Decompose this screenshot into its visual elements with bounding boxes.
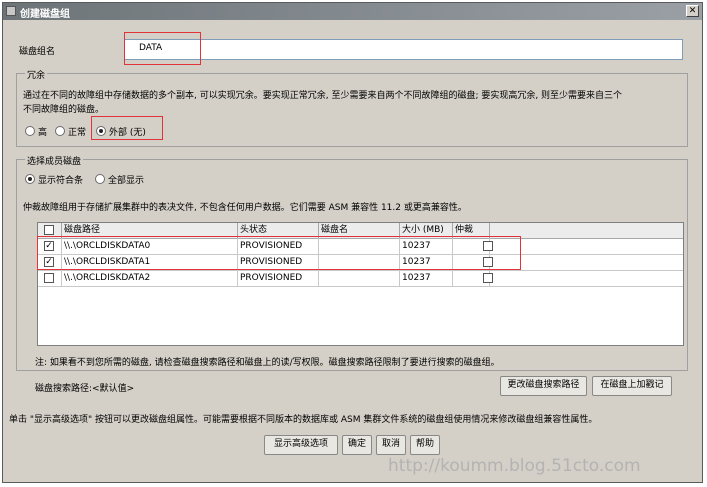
- cell-disk-name: [319, 238, 400, 254]
- help-button[interactable]: 帮助: [410, 435, 440, 455]
- radio-high-label: 高: [38, 128, 48, 138]
- row-checkbox[interactable]: [44, 273, 54, 283]
- redundancy-group: 冗余 通过在不同的故障组中存储数据的多个副本, 可以实现冗余。要实现正常冗余, …: [16, 68, 688, 147]
- quorum-info-text: 仲裁故障组用于存储扩展集群中的表决文件, 不包含任何用户数据。它们需要 ASM …: [23, 203, 467, 213]
- note-text: 注: 如果看不到您所需的磁盘, 请检查磁盘搜索路径和磁盘上的读/写权限。磁盘搜索…: [35, 358, 500, 368]
- table-row[interactable]: ✓ \\.\ORCLDISKDATA1 PROVISIONED 10237: [38, 254, 683, 271]
- stamp-disk-button[interactable]: 在磁盘上加戳记: [592, 376, 672, 396]
- row-checkbox[interactable]: ✓: [44, 257, 54, 267]
- ok-button[interactable]: 确定: [342, 435, 372, 455]
- cancel-button[interactable]: 取消: [376, 435, 406, 455]
- cell-size: 10237: [400, 254, 453, 270]
- cell-status: PROVISIONED: [238, 254, 319, 270]
- cell-path: \\.\ORCLDISKDATA0: [62, 238, 238, 254]
- redundancy-title: 冗余: [25, 68, 48, 81]
- quorum-checkbox[interactable]: [483, 273, 493, 283]
- radio-show-eligible[interactable]: [25, 174, 35, 184]
- disk-group-name-label: 磁盘组名: [19, 47, 56, 57]
- window-icon: [6, 6, 16, 16]
- cell-path: \\.\ORCLDISKDATA2: [62, 270, 238, 286]
- change-search-path-button[interactable]: 更改磁盘搜索路径: [500, 376, 587, 396]
- header-status[interactable]: 头状态: [238, 223, 319, 238]
- disk-table: 磁盘路径 头状态 磁盘名 大小 (MB) 仲裁 ✓ \\.\ORCLDISKDA…: [37, 222, 684, 346]
- radio-external[interactable]: [96, 126, 106, 136]
- show-advanced-options-button[interactable]: 显示高级选项: [264, 435, 338, 455]
- header-size[interactable]: 大小 (MB): [400, 223, 453, 238]
- header-disk-path[interactable]: 磁盘路径: [62, 223, 238, 238]
- redundancy-description-1: 通过在不同的故障组中存储数据的多个副本, 可以实现冗余。要实现正常冗余, 至少需…: [23, 91, 623, 101]
- cell-status: PROVISIONED: [238, 270, 319, 286]
- quorum-checkbox[interactable]: [483, 257, 493, 267]
- radio-show-eligible-label: 显示符合条: [38, 176, 84, 186]
- title-bar: 创建磁盘组 ✕: [3, 3, 702, 20]
- window-title: 创建磁盘组: [20, 9, 70, 20]
- radio-normal[interactable]: [55, 126, 65, 136]
- header-select-all[interactable]: [38, 223, 62, 238]
- close-button[interactable]: ✕: [686, 5, 699, 17]
- cell-disk-name: [319, 270, 400, 286]
- cell-size: 10237: [400, 270, 453, 286]
- radio-external-label: 外部 (无): [109, 128, 146, 138]
- redundancy-description-2: 不同故障组的磁盘。: [23, 105, 105, 115]
- table-header: 磁盘路径 头状态 磁盘名 大小 (MB) 仲裁: [38, 223, 683, 239]
- radio-show-all-label: 全部显示: [108, 176, 145, 186]
- row-checkbox[interactable]: ✓: [44, 241, 54, 251]
- member-disks-title: 选择成员磁盘: [25, 154, 84, 167]
- cell-disk-name: [319, 254, 400, 270]
- select-all-checkbox[interactable]: [44, 225, 54, 235]
- create-disk-group-dialog: 创建磁盘组 ✕ 磁盘组名 DATA 冗余 通过在不同的故障组中存储数据的多个副本…: [2, 2, 703, 483]
- quorum-checkbox[interactable]: [483, 241, 493, 251]
- cell-path: \\.\ORCLDISKDATA1: [62, 254, 238, 270]
- radio-normal-label: 正常: [68, 128, 87, 138]
- radio-high[interactable]: [25, 126, 35, 136]
- table-row[interactable]: ✓ \\.\ORCLDISKDATA0 PROVISIONED 10237: [38, 238, 683, 255]
- radio-show-all[interactable]: [95, 174, 105, 184]
- watermark-text: http://koumm.blog.51cto.com: [388, 456, 641, 476]
- cell-status: PROVISIONED: [238, 238, 319, 254]
- header-disk-name[interactable]: 磁盘名: [319, 223, 400, 238]
- search-path-label: 磁盘搜索路径:<默认值>: [35, 384, 135, 394]
- table-row[interactable]: \\.\ORCLDISKDATA2 PROVISIONED 10237: [38, 270, 683, 287]
- cell-size: 10237: [400, 238, 453, 254]
- header-quorum[interactable]: 仲裁: [453, 223, 490, 238]
- disk-group-name-input[interactable]: DATA: [124, 39, 683, 60]
- advanced-options-hint: 单击 "显示高级选项" 按钮可以更改磁盘组属性。可能需要根据不同版本的数据库或 …: [9, 415, 598, 425]
